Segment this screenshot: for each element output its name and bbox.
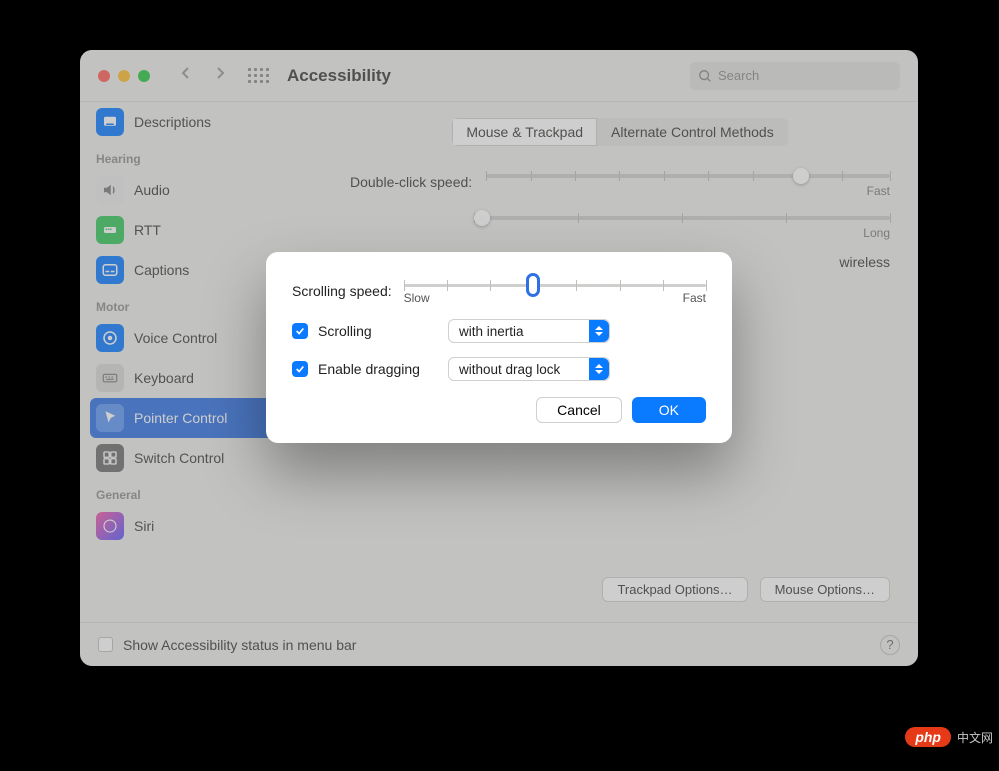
watermark: php 中文网 xyxy=(905,727,993,747)
scrolling-checkbox[interactable] xyxy=(292,323,308,339)
scrolling-speed-slider[interactable] xyxy=(404,284,706,287)
slider-fast-label: Fast xyxy=(683,291,706,305)
scrolling-speed-label: Scrolling speed: xyxy=(292,283,392,299)
enable-dragging-checkbox[interactable] xyxy=(292,361,308,377)
dropdown-value: with inertia xyxy=(459,324,524,339)
dragging-mode-dropdown[interactable]: without drag lock xyxy=(448,357,610,381)
php-badge: php xyxy=(905,727,951,747)
mouse-options-sheet: Scrolling speed: Slow Fast Scrolling wit… xyxy=(266,252,732,443)
dropdown-value: without drag lock xyxy=(459,362,560,377)
scrolling-mode-dropdown[interactable]: with inertia xyxy=(448,319,610,343)
enable-dragging-label: Enable dragging xyxy=(318,361,448,377)
watermark-text: 中文网 xyxy=(957,729,993,746)
check-icon xyxy=(295,326,305,336)
check-icon xyxy=(295,364,305,374)
slider-knob[interactable] xyxy=(526,273,540,297)
scrolling-checkbox-label: Scrolling xyxy=(318,323,448,339)
cancel-button[interactable]: Cancel xyxy=(536,397,622,423)
slider-slow-label: Slow xyxy=(404,291,430,305)
dropdown-stepper-icon xyxy=(589,320,609,342)
dropdown-stepper-icon xyxy=(589,358,609,380)
ok-button[interactable]: OK xyxy=(632,397,706,423)
